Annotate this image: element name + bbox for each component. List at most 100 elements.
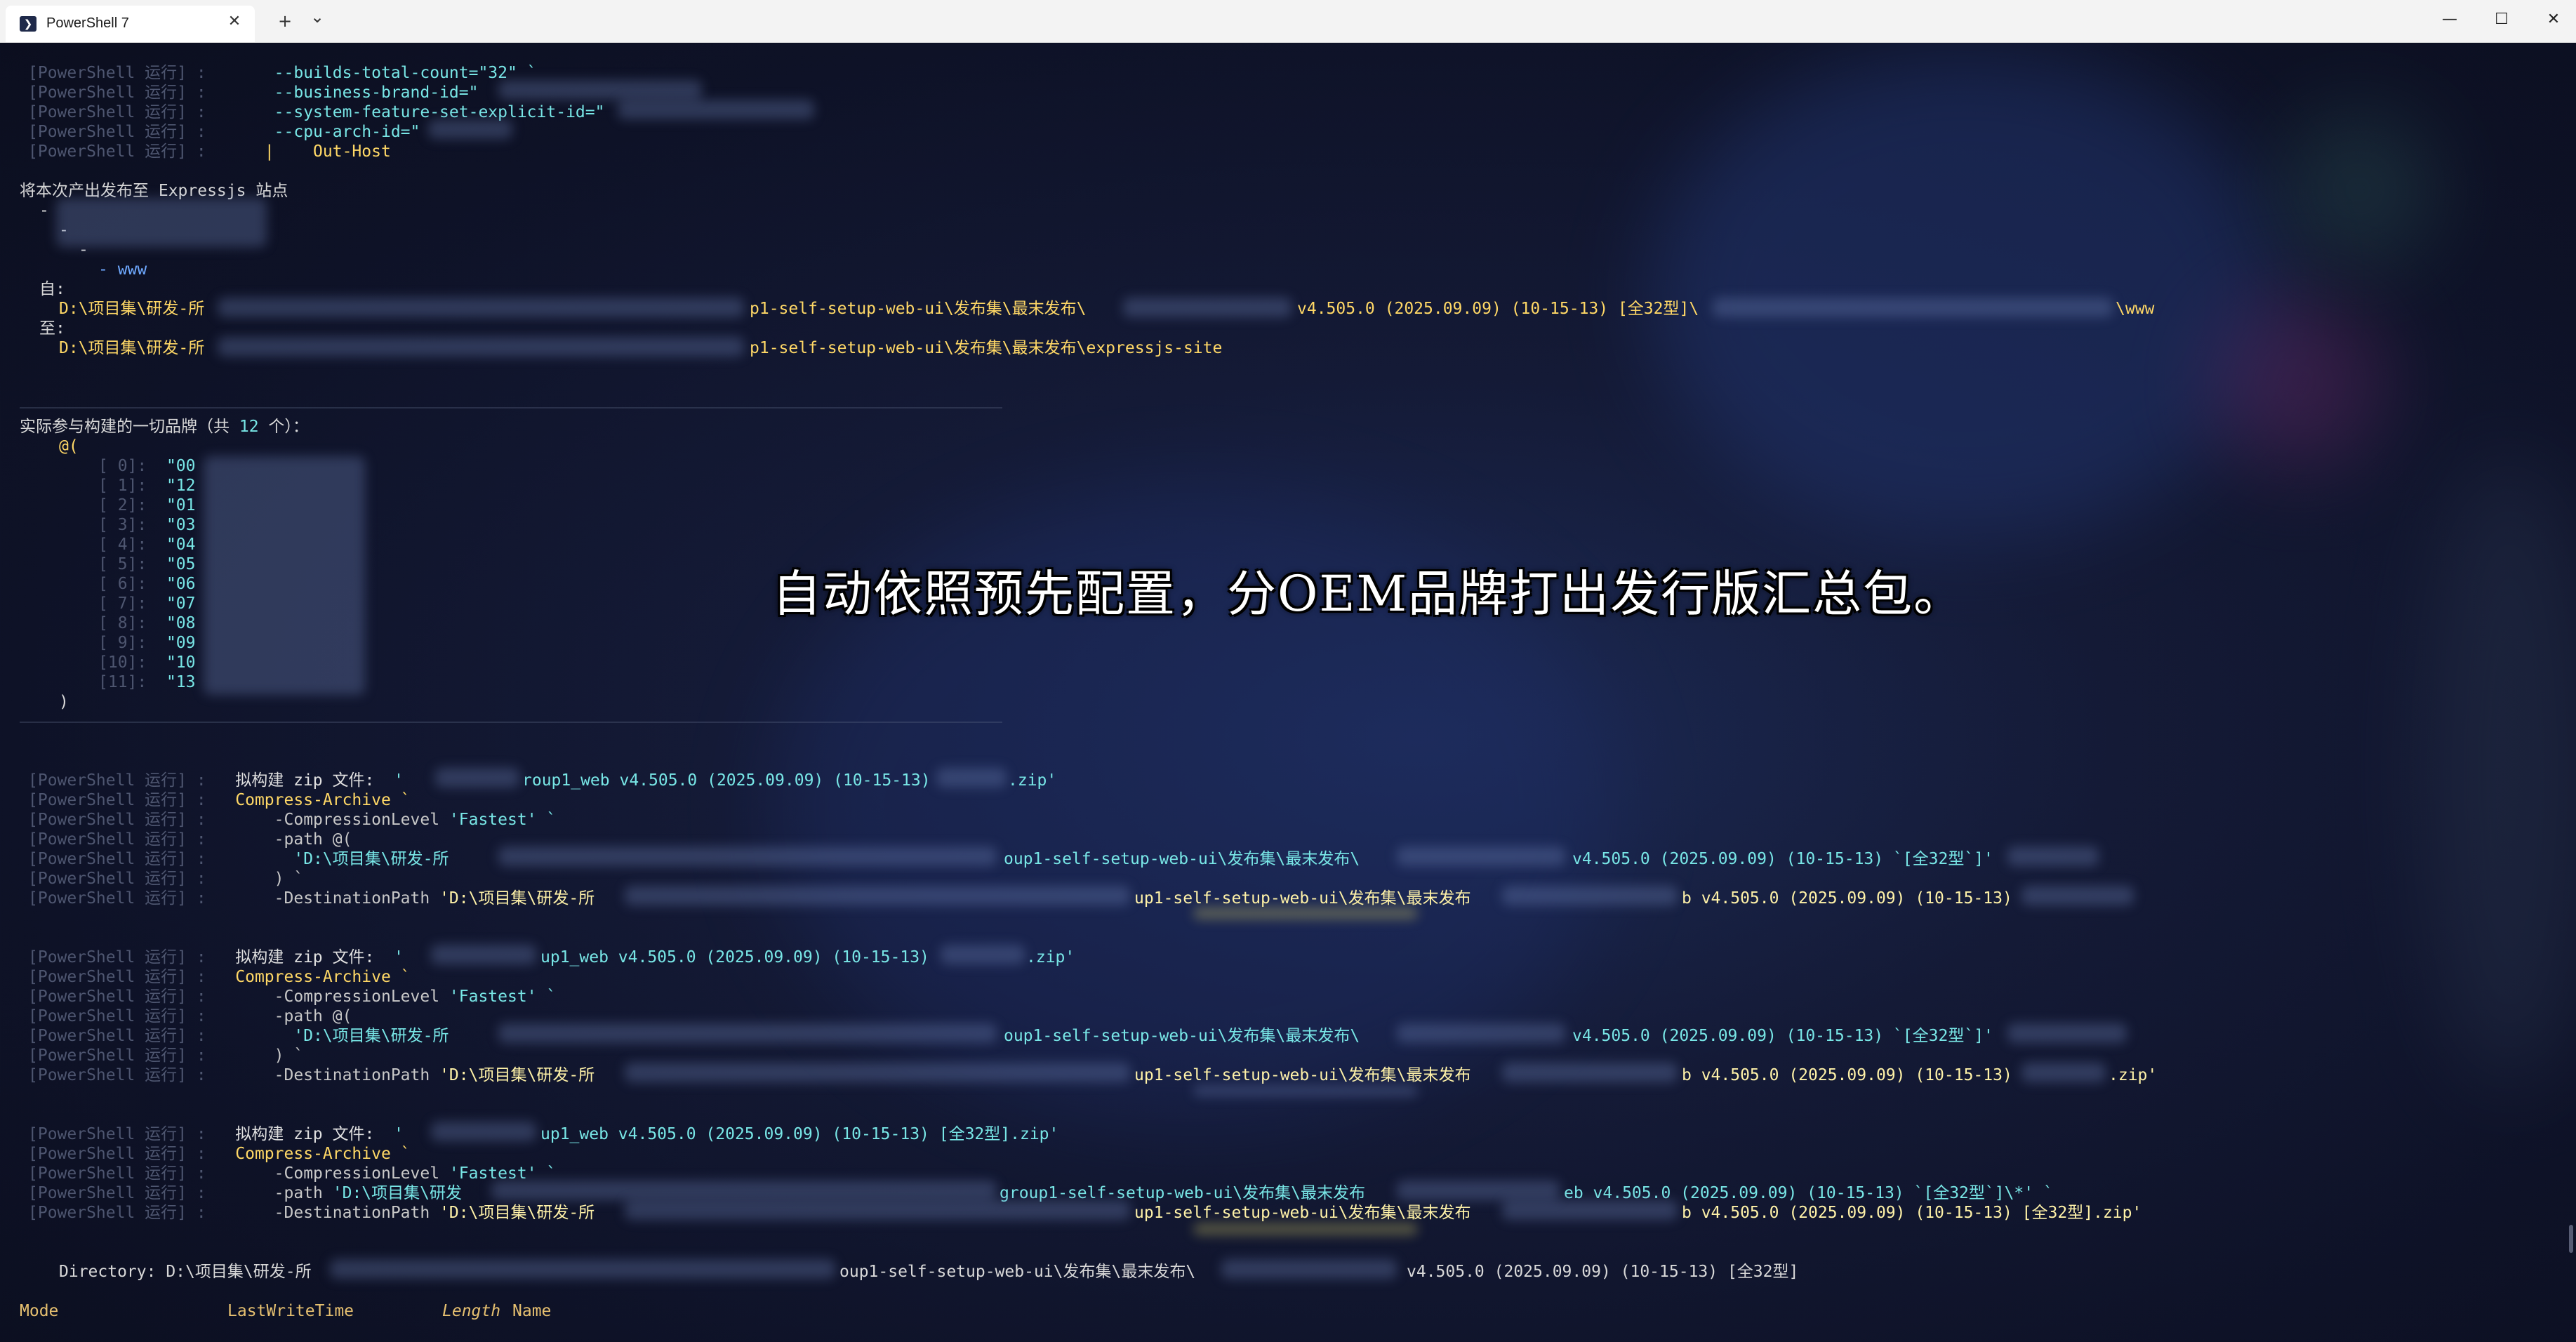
list-item: [11]: "13 xyxy=(98,672,196,692)
console-line: [PowerShell 运行] : Compress-Archive ` xyxy=(28,1144,411,1164)
brand-value: "05 xyxy=(166,555,196,573)
param-name: -path @( xyxy=(274,830,352,849)
scrollbar-thumb[interactable] xyxy=(2569,1225,2573,1253)
line-prefix: [PowerShell 运行] : xyxy=(28,1204,206,1222)
to-path: p1-self-setup-web-ui\发布集\最末发布\expressjs-… xyxy=(750,338,1222,358)
zip-label: 拟构建 zip 文件: xyxy=(235,1125,375,1143)
redacted-area xyxy=(625,1063,1130,1082)
brand-index: [11]: xyxy=(98,673,147,691)
brand-value: "00 xyxy=(166,457,196,475)
redacted-area xyxy=(218,298,744,317)
line-prefix: [PowerShell 运行] : xyxy=(28,791,206,809)
separator xyxy=(20,407,1002,408)
list-item: [ 0]: "00 xyxy=(98,456,196,476)
redacted-area xyxy=(625,886,1130,905)
brand-value: "03 xyxy=(166,516,196,534)
param-name: -CompressionLevel xyxy=(274,1164,440,1183)
brand-value: "10 xyxy=(166,653,196,672)
wallpaper-blob xyxy=(2422,456,2576,1088)
console-text: --business-brand-id=" xyxy=(274,84,479,102)
minimize-icon[interactable]: — xyxy=(2427,4,2472,35)
zip-name: ' xyxy=(394,1125,404,1143)
path-part: b v4.505.0 (2025.09.09) (10-15-13) xyxy=(1682,889,2012,908)
zip-name: ' xyxy=(394,771,404,790)
list-item: [ 5]: "05 xyxy=(98,554,196,574)
redacted-area xyxy=(1397,1181,1560,1200)
param-value: 'Fastest' ` xyxy=(449,811,557,829)
tree-line: - www xyxy=(98,260,147,279)
console-line: [PowerShell 运行] : --system-feature-set-e… xyxy=(28,102,604,122)
path-part: 'D:\项目集\研发-所 xyxy=(293,850,449,868)
line-prefix: [PowerShell 运行] : xyxy=(28,988,206,1006)
brand-count: 12 xyxy=(239,418,259,436)
console-line: [PowerShell 运行] : Compress-Archive ` xyxy=(28,790,411,810)
wallpaper-blob xyxy=(2281,112,2436,267)
from-path: \www xyxy=(2116,299,2154,319)
line-prefix: [PowerShell 运行] : xyxy=(28,1145,206,1163)
redacted-area xyxy=(1713,298,2113,317)
redacted-area xyxy=(431,945,536,964)
line-prefix: [PowerShell 运行] : xyxy=(28,968,206,986)
chevron-down-icon[interactable]: ⌄ xyxy=(305,4,330,29)
brand-index: [ 9]: xyxy=(98,634,147,652)
path-part: v4.505.0 (2025.09.09) (10-15-13) `[全32型`… xyxy=(1572,1027,1993,1045)
line-prefix: [PowerShell 运行] : xyxy=(28,870,206,888)
line-prefix: [PowerShell 运行] : xyxy=(28,142,206,161)
line-prefix: [PowerShell 运行] : xyxy=(28,1007,206,1025)
console-line: [PowerShell 运行] : 'D:\项目集\研发-所 xyxy=(28,849,449,869)
console-line: [PowerShell 运行] : 'D:\项目集\研发-所 xyxy=(28,1026,449,1046)
path-part: oup1-self-setup-web-ui\发布集\最末发布\ xyxy=(839,1263,1196,1281)
console-command: Compress-Archive ` xyxy=(235,968,411,986)
to-path: D:\项目集\研发-所 xyxy=(59,338,204,358)
console-line: [PowerShell 运行] : --builds-total-count="… xyxy=(28,63,537,83)
line-prefix: [PowerShell 运行] : xyxy=(28,850,206,868)
tab-powershell[interactable]: ❯ PowerShell 7 ✕ xyxy=(6,6,255,42)
brands-heading: 实际参与构建的一切品牌（共 12 个）： xyxy=(20,417,309,437)
brand-index: [ 6]: xyxy=(98,575,147,593)
path-part: 'D:\项目集\研发-所 xyxy=(439,889,595,908)
line-prefix: [PowerShell 运行] : xyxy=(28,889,206,908)
window-close-icon[interactable]: ✕ xyxy=(2531,4,2576,35)
redacted-area xyxy=(428,119,512,139)
param-name: -CompressionLevel xyxy=(274,988,440,1006)
from-path: v4.505.0 (2025.09.09) (10-15-13) [全32型]\ xyxy=(1297,299,1699,319)
brands-heading-text: 个）： xyxy=(258,418,309,436)
brand-value: "06 xyxy=(166,575,196,593)
maximize-icon[interactable]: ☐ xyxy=(2479,4,2524,35)
tab-title: PowerShell 7 xyxy=(46,15,129,31)
path-part: p1-self-setup-web-ui\发布集\最末发布\ xyxy=(750,300,1087,318)
array-open: @( xyxy=(59,437,79,456)
zip-name: up1_web v4.505.0 (2025.09.09) (10-15-13) xyxy=(540,948,929,966)
redacted-area xyxy=(56,198,267,247)
path-part: oup1-self-setup-web-ui\发布集\最末发布\ xyxy=(1004,1027,1360,1045)
brand-index: [ 0]: xyxy=(98,457,147,475)
console-text: --builds-total-count="32" ` xyxy=(274,64,537,82)
redacted-area xyxy=(941,945,1025,964)
path-part: 'D:\项目集\研发-所 xyxy=(439,1204,595,1222)
brand-value: "12 xyxy=(166,477,196,495)
param-name: -DestinationPath xyxy=(274,1204,430,1222)
console-command: Compress-Archive ` xyxy=(235,791,411,809)
list-item: [ 1]: "12 xyxy=(98,476,196,496)
console-text: ) ` xyxy=(274,870,304,888)
redacted-area xyxy=(330,1259,835,1279)
plus-icon[interactable]: + xyxy=(272,8,298,34)
path-part: v4.505.0 (2025.09.09) (10-15-13) [全32型] xyxy=(1407,1263,1799,1281)
path-part: v4.505.0 (2025.09.09) (10-15-13) `[全32型`… xyxy=(1572,850,1993,868)
list-item: [ 7]: "07 xyxy=(98,594,196,613)
console-line: [PowerShell 运行] : -CompressionLevel 'Fas… xyxy=(28,1164,556,1183)
list-item: [ 4]: "04 xyxy=(98,535,196,554)
close-icon[interactable]: ✕ xyxy=(224,11,245,32)
path-part: D:\项目集\研发-所 xyxy=(59,300,205,318)
path-part: 'D:\项目集\研发 xyxy=(332,1184,463,1202)
console-line: [PowerShell 运行] : 拟构建 zip 文件: ' xyxy=(28,771,404,790)
redacted-area xyxy=(204,456,365,695)
line-prefix: [PowerShell 运行] : xyxy=(28,948,206,966)
path-part: .zip' xyxy=(2109,1066,2158,1084)
list-item: [ 9]: "09 xyxy=(98,633,196,653)
brand-index: [ 8]: xyxy=(98,614,147,632)
redacted-area xyxy=(936,768,1007,788)
param-name: -path xyxy=(274,1184,323,1202)
list-item: [ 2]: "01 xyxy=(98,496,196,515)
brand-index: [ 3]: xyxy=(98,516,147,534)
